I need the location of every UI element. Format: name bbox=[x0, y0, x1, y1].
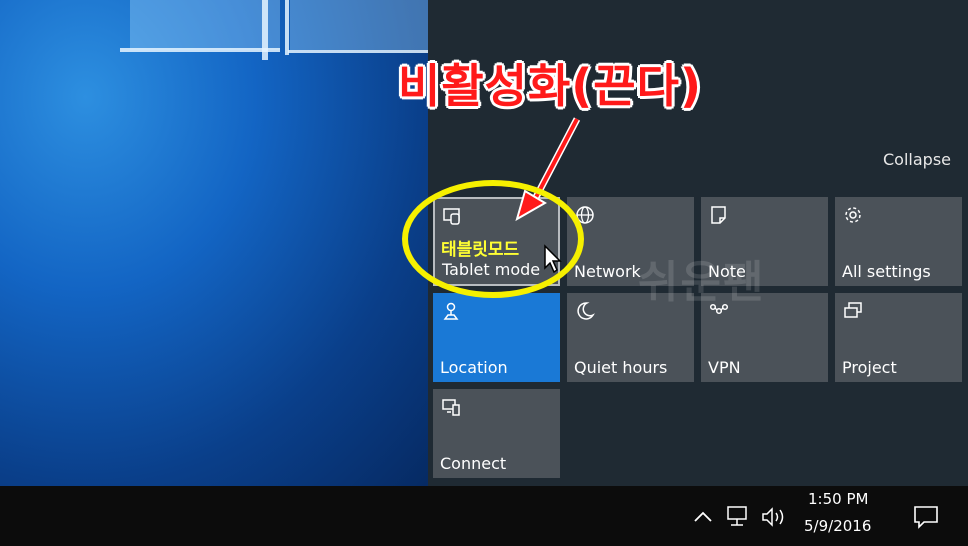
tile-label: Quiet hours bbox=[574, 358, 668, 377]
tile-location[interactable]: Location bbox=[433, 293, 560, 382]
wallpaper-window-pane bbox=[290, 0, 428, 50]
project-icon bbox=[844, 302, 862, 318]
tile-label: Project bbox=[842, 358, 897, 377]
note-icon bbox=[711, 206, 726, 224]
moon-icon bbox=[577, 302, 595, 320]
gear-icon bbox=[845, 207, 861, 223]
action-center-icon[interactable] bbox=[912, 503, 940, 531]
tile-label: Connect bbox=[440, 454, 507, 473]
volume-icon[interactable] bbox=[760, 505, 788, 529]
tile-label: All settings bbox=[842, 262, 931, 281]
location-icon bbox=[443, 302, 459, 320]
collapse-button[interactable]: Collapse bbox=[883, 150, 951, 169]
taskbar-clock-time[interactable]: 1:50 PM bbox=[808, 490, 868, 508]
annotation-title: 비활성화(끈다) bbox=[398, 59, 702, 113]
taskbar-clock-date[interactable]: 5/9/2016 bbox=[804, 517, 871, 535]
tile-all-settings[interactable]: All settings bbox=[835, 197, 962, 286]
chevron-up-icon[interactable] bbox=[692, 506, 714, 528]
wallpaper-window-pane bbox=[130, 0, 280, 50]
mouse-cursor-icon bbox=[544, 244, 562, 274]
tile-label: VPN bbox=[708, 358, 741, 377]
watermark: 쉬운팬 bbox=[638, 257, 766, 308]
tile-connect[interactable]: Connect bbox=[433, 389, 560, 478]
connect-icon bbox=[442, 399, 460, 416]
tile-label: Location bbox=[440, 358, 508, 377]
tile-label: Network bbox=[574, 262, 641, 281]
tile-project[interactable]: Project bbox=[835, 293, 962, 382]
wallpaper-light-beam bbox=[120, 48, 280, 52]
wallpaper-light-beam bbox=[285, 0, 289, 55]
desktop-wallpaper bbox=[0, 0, 428, 486]
annotation-tablet-mode-korean: 태블릿모드 bbox=[441, 240, 520, 260]
network-icon[interactable] bbox=[726, 505, 752, 529]
